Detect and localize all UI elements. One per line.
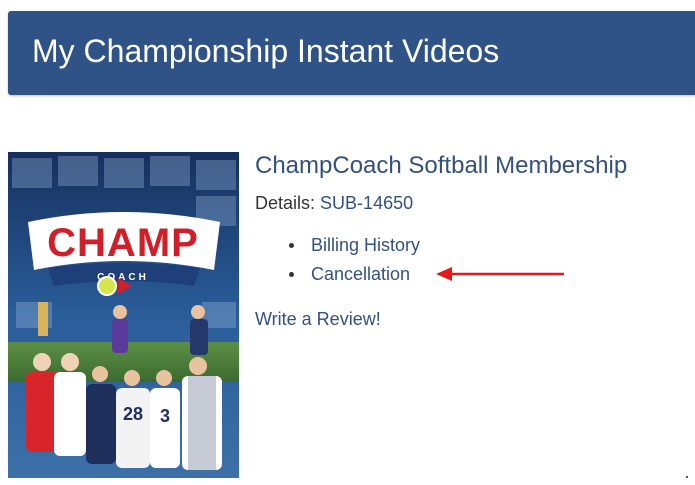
bullet-icon (289, 272, 294, 277)
logo-word: CHAMP (47, 221, 199, 265)
arrow-left-icon (436, 266, 568, 287)
billing-history-link[interactable]: Billing History (311, 232, 420, 258)
page-title: My Championship Instant Videos (32, 33, 500, 69)
product-title[interactable]: ChampCoach Softball Membership (255, 151, 627, 181)
cancellation-link[interactable]: Cancellation (311, 261, 410, 287)
details-label: Details: (255, 193, 316, 213)
svg-text:3: 3 (160, 406, 170, 426)
page-header: My Championship Instant Videos (8, 11, 695, 95)
svg-text:28: 28 (123, 404, 143, 424)
details-line: Details: SUB-14650 (255, 191, 413, 215)
corner-dot (686, 476, 688, 478)
write-review-link[interactable]: Write a Review! (255, 307, 381, 331)
bullet-icon (289, 243, 294, 248)
details-value: SUB-14650 (320, 193, 414, 213)
product-image[interactable]: CHAMP COACH 28 3 (8, 152, 239, 478)
page: My Championship Instant Videos CHAMP COA… (0, 0, 695, 485)
